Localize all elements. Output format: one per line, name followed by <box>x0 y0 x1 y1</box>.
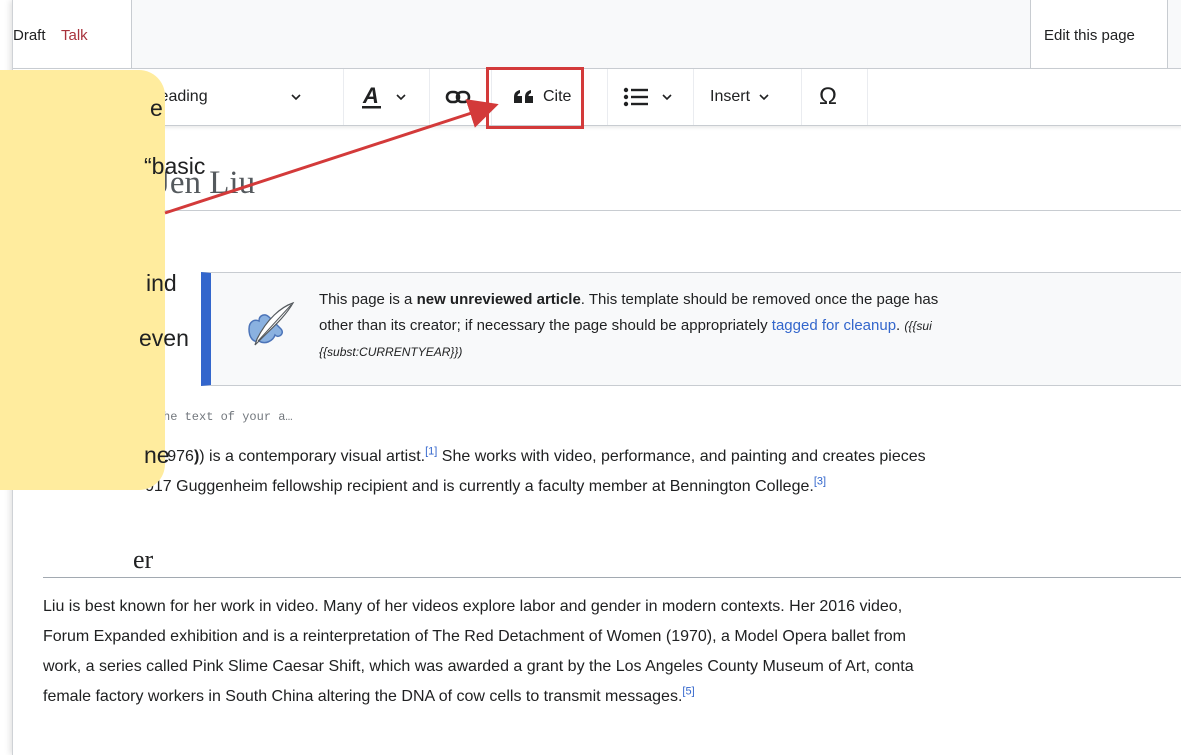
annotation-arrow <box>164 99 499 215</box>
arrow-line <box>164 99 499 215</box>
